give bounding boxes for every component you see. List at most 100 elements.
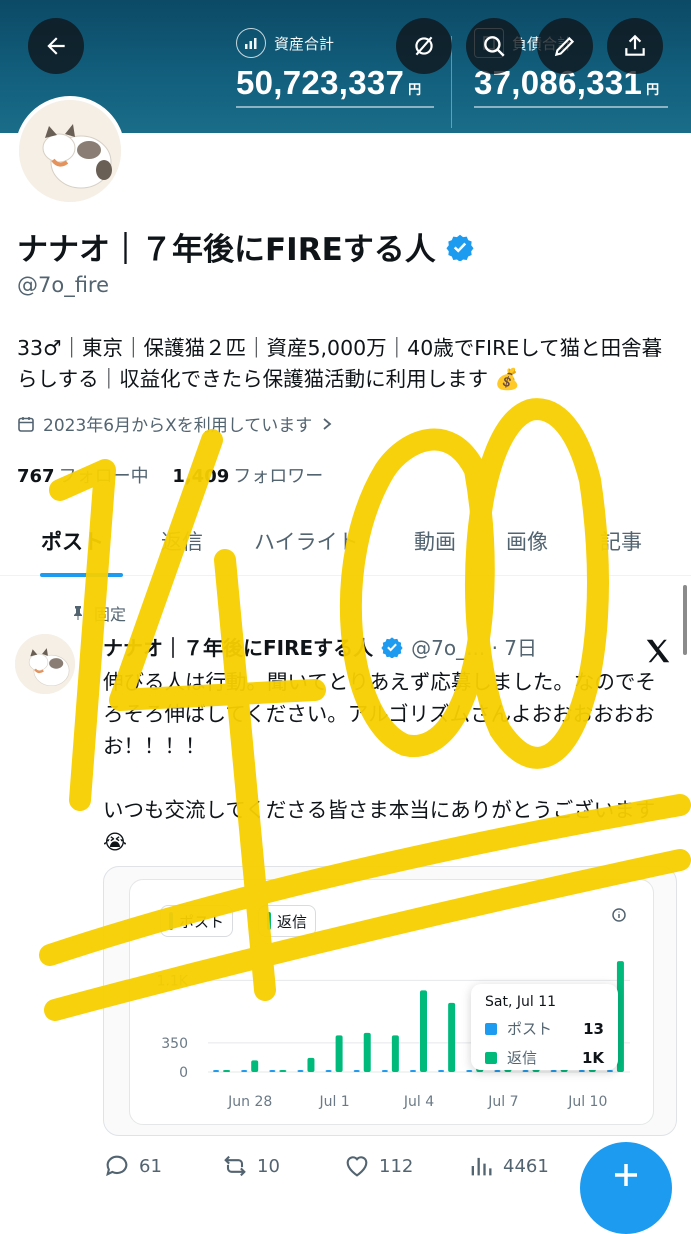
post-media-card[interactable]: ポスト 返信 0 350 1.1K Jun 28 Jul 1 Jul 4 Jul 7 Jul … [103, 866, 677, 1136]
repost-button[interactable]: 10 [221, 1152, 280, 1180]
x-tick-label: Jul 7 [487, 1094, 518, 1110]
bar-replies [363, 1032, 371, 1072]
x-tick-label: Jul 1 [318, 1094, 349, 1110]
bar-replies [420, 990, 427, 1072]
bar-posts [522, 1070, 529, 1072]
tooltip-value-replies: 1K [581, 1048, 604, 1067]
post-avatar[interactable] [15, 634, 75, 694]
verified-badge-icon [381, 636, 403, 658]
x-tick-label: Jun 28 [227, 1094, 272, 1110]
profile-name: ナナオ｜７年後にFIREする人 [17, 224, 474, 269]
pin-icon [74, 606, 82, 620]
tooltip-name-replies: 返信 [507, 1049, 538, 1067]
profile-bio: 33♂｜東京｜保護猫２匹｜資産5,000万｜40歳でFIREして猫と田舎暮らしす… [17, 336, 663, 391]
profile-tabs: ポスト 返信 ハイライト 動画 画像 記事 [0, 510, 691, 576]
followers-label: フォロワー [233, 466, 324, 487]
y-tick-label: 0 [179, 1065, 188, 1081]
x-logo-icon[interactable] [643, 636, 673, 666]
like-button[interactable]: 112 [343, 1152, 413, 1180]
heart-icon [346, 1156, 368, 1177]
bar-posts [578, 1070, 585, 1072]
hide-icon [415, 36, 433, 56]
post-actions: 61 10 112 4461 [103, 1152, 573, 1182]
views-chart-icon [471, 1157, 492, 1176]
active-tab-indicator [40, 573, 123, 577]
calendar-icon [18, 416, 34, 432]
tab-images[interactable]: 画像 [506, 526, 548, 556]
x-tick-label: Jul 10 [567, 1094, 607, 1110]
bar-posts [494, 1070, 501, 1072]
verified-badge-icon[interactable] [446, 233, 474, 261]
scrollbar[interactable] [683, 585, 687, 655]
cat-avatar-image [15, 634, 75, 694]
post-author[interactable]: ナナオ｜７年後にFIREする人 [103, 632, 373, 661]
repost-icon [224, 1155, 246, 1177]
assets-label: 資産合計 [274, 34, 335, 53]
tab-videos[interactable]: 動画 [414, 526, 456, 556]
tooltip-date: Sat, Jul 11 [485, 994, 557, 1010]
post-header: ナナオ｜７年後にFIREする人 @7o_... · 7日 [103, 632, 537, 661]
chevron-right-icon[interactable] [320, 417, 334, 431]
followers-link[interactable]: 1,409 フォロワー [172, 466, 323, 487]
repost-count: 10 [257, 1155, 280, 1177]
profile-name-text: ナナオ｜７年後にFIREする人 [17, 232, 436, 268]
cat-avatar-image [19, 100, 121, 202]
tab-replies[interactable]: 返信 [161, 526, 203, 556]
bar-posts [381, 1070, 388, 1072]
assets-unit: 円 [408, 82, 422, 97]
bar-replies [279, 1070, 287, 1072]
tab-posts[interactable]: ポスト [41, 526, 104, 556]
share-icon [625, 34, 645, 56]
following-count: 767 [17, 466, 55, 487]
back-button[interactable] [28, 18, 84, 74]
edit-icon [554, 36, 575, 57]
avatar[interactable] [15, 96, 125, 206]
following-label: フォロー中 [58, 466, 149, 487]
bar-posts [269, 1070, 276, 1072]
y-tick-label: 1.1K [157, 973, 189, 989]
bar-posts [606, 1070, 613, 1072]
joined-date: 2023年6月からXを利用しています [17, 411, 334, 436]
bar-replies [251, 1060, 259, 1072]
profile-handle: @7o_fire [17, 273, 110, 297]
y-tick-label: 350 [161, 1036, 188, 1052]
chart-tooltip: Sat, Jul 11 ポスト 13 返信 1K [471, 984, 618, 1070]
x-tick-label: Jul 4 [403, 1094, 434, 1110]
bar-posts [466, 1070, 473, 1072]
post-text: 伸びる人は行動。聞いてとりあえず応募しました。なのでそろそろ伸ばしてください。ア… [103, 670, 656, 854]
bar-posts [325, 1070, 332, 1072]
bar-posts [297, 1070, 304, 1072]
debt-unit: 円 [646, 82, 660, 97]
post-meta: @7o_... · 7日 [411, 636, 538, 660]
bar-posts [438, 1070, 445, 1072]
bar-replies [335, 1035, 343, 1072]
hide-button[interactable] [396, 18, 452, 74]
share-button[interactable] [607, 18, 663, 74]
bar-posts [550, 1070, 557, 1072]
bar-replies [391, 1035, 399, 1072]
reply-icon [106, 1155, 128, 1177]
bar-posts [353, 1070, 360, 1072]
bar-replies [307, 1057, 315, 1072]
views-button[interactable]: 4461 [467, 1152, 549, 1180]
edit-button[interactable] [537, 18, 593, 74]
search-icon [484, 36, 505, 57]
reply-button[interactable]: 61 [103, 1152, 162, 1180]
pinned-text: 固定 [94, 605, 127, 624]
tab-articles[interactable]: 記事 [600, 526, 642, 556]
analytics-chart: ポスト 返信 0 350 1.1K Jun 28 Jul 1 Jul 4 Jul 7 Jul … [129, 879, 654, 1125]
bar-posts [213, 1070, 220, 1072]
joined-text: 2023年6月からXを利用しています [43, 416, 313, 436]
reply-count: 61 [139, 1155, 162, 1177]
followers-count: 1,409 [172, 466, 230, 487]
arrow-left-icon [47, 37, 65, 55]
following-link[interactable]: 767 フォロー中 [17, 466, 149, 487]
pinned-label: 固定 [70, 601, 126, 625]
tooltip-name-posts: ポスト [507, 1020, 553, 1038]
search-button[interactable] [466, 18, 522, 74]
tab-highlights[interactable]: ハイライト [254, 526, 359, 556]
assets-value: 50,723,337 [236, 64, 405, 101]
bar-posts [410, 1070, 416, 1072]
views-count: 4461 [503, 1155, 549, 1177]
compose-button[interactable] [580, 1142, 672, 1234]
